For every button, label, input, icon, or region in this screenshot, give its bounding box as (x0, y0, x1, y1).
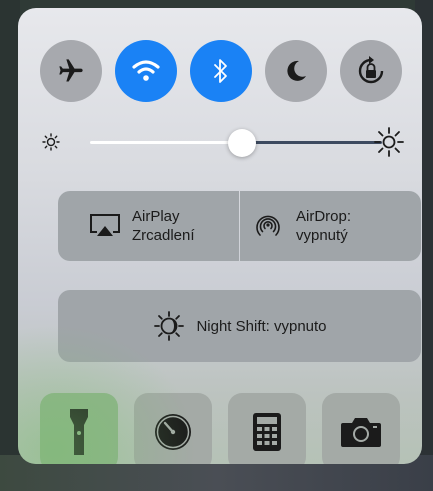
brightness-slider-track[interactable] (242, 141, 382, 144)
background-left (0, 0, 20, 491)
timer-button[interactable] (134, 393, 212, 464)
brightness-low-icon (40, 131, 62, 153)
moon-icon (287, 60, 306, 81)
airplay-label-line1: AirPlay (132, 208, 180, 225)
airdrop-label-line1: AirDrop: (296, 208, 352, 225)
night-shift-icon (154, 311, 185, 341)
airplay-label-line2: Zrcadlení (132, 227, 195, 244)
airdrop-button[interactable]: AirDrop: vypnutý (240, 191, 421, 261)
night-shift-label: Night Shift: vypnuto (196, 317, 327, 335)
airdrop-icon (256, 215, 280, 236)
wifi-toggle[interactable] (115, 40, 177, 102)
brightness-slider-fill[interactable] (90, 141, 242, 144)
flashlight-button[interactable] (40, 393, 118, 464)
control-center-panel: AirPlay Zrcadlení AirDrop: vypnutý Night… (18, 8, 422, 464)
flashlight-icon (70, 409, 88, 455)
brightness-high-icon (373, 126, 405, 158)
do-not-disturb-toggle[interactable] (265, 40, 327, 102)
camera-button[interactable] (322, 393, 400, 464)
airplane-icon (59, 59, 83, 82)
calculator-button[interactable] (228, 393, 306, 464)
airplay-mirroring-button[interactable]: AirPlay Zrcadlení (58, 191, 239, 261)
night-shift-button[interactable]: Night Shift: vypnuto (58, 290, 421, 362)
camera-icon (341, 418, 381, 447)
timer-icon (155, 414, 191, 450)
bluetooth-toggle[interactable] (190, 40, 252, 102)
airdrop-label-line2: vypnutý (296, 227, 348, 244)
bluetooth-icon (214, 59, 227, 83)
airplay-icon (90, 214, 120, 236)
rotation-lock-toggle[interactable] (340, 40, 402, 102)
wifi-icon (132, 60, 160, 81)
brightness-slider-knob[interactable] (228, 129, 256, 157)
rotation-lock-icon (358, 56, 384, 84)
calculator-icon (253, 413, 281, 451)
airplane-mode-toggle[interactable] (40, 40, 102, 102)
